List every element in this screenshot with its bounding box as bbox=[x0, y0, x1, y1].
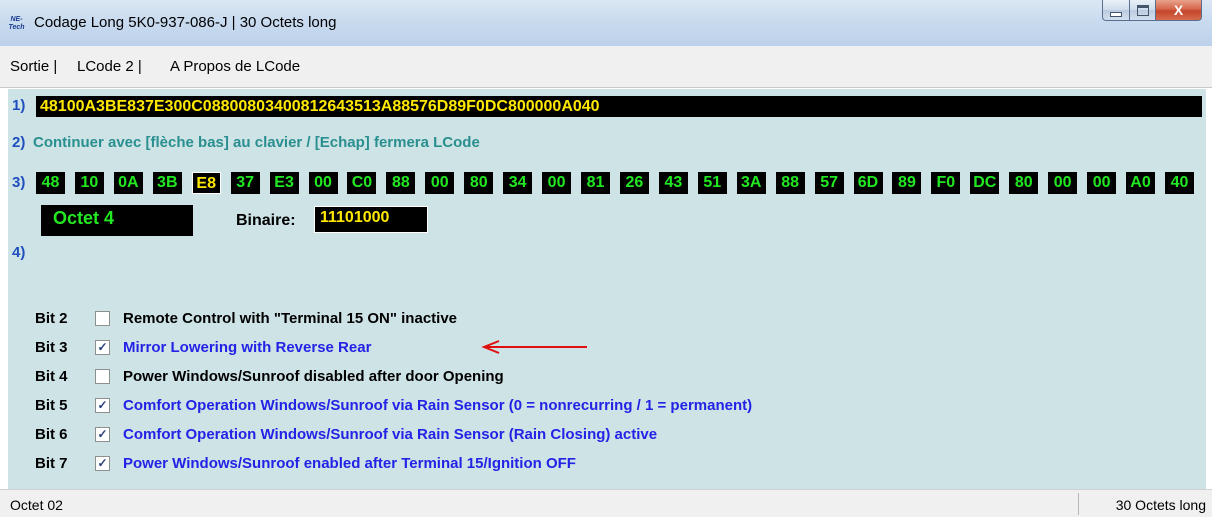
byte-cell[interactable]: 00 bbox=[308, 172, 338, 194]
bit-description: Remote Control with "Terminal 15 ON" ina… bbox=[123, 310, 458, 327]
bit-checkbox[interactable] bbox=[95, 311, 110, 326]
bit-checkbox[interactable]: ✓ bbox=[95, 427, 110, 442]
menu-bar: Sortie | LCode 2 | A Propos de LCode bbox=[0, 46, 1212, 88]
bit-checkbox[interactable]: ✓ bbox=[95, 398, 110, 413]
bit-row: Bit 5 ✓ Comfort Operation Windows/Sunroof … bbox=[8, 394, 1198, 418]
byte-cell[interactable]: 48 bbox=[36, 172, 65, 194]
byte-cell[interactable]: 34 bbox=[503, 172, 533, 194]
byte-cell[interactable]: 80 bbox=[1009, 172, 1039, 194]
byte-cell[interactable]: 00 bbox=[542, 172, 572, 194]
minimize-button[interactable] bbox=[1102, 0, 1130, 21]
bit-row: Bit 3 ✓ Mirror Lowering with Reverse Rear bbox=[8, 336, 1198, 360]
bit-label: Bit 7 bbox=[35, 455, 68, 472]
status-octet: Octet 02 bbox=[10, 497, 63, 513]
menu-lcode2[interactable]: LCode 2 | bbox=[77, 58, 142, 75]
bit-label: Bit 2 bbox=[35, 310, 68, 327]
window-controls: X bbox=[1102, 0, 1202, 22]
byte-cell[interactable]: 0A bbox=[113, 172, 143, 194]
byte-cell[interactable]: 88 bbox=[775, 172, 805, 194]
byte-cell[interactable]: E8 bbox=[191, 172, 221, 194]
byte-cell[interactable]: 00 bbox=[1087, 172, 1117, 194]
coding-panel: 1) 48100A3BE837E300C08800803400812643513… bbox=[8, 89, 1206, 489]
bit-row: Bit 7 ✓ Power Windows/Sunroof enabled afte… bbox=[8, 452, 1198, 476]
byte-cell[interactable]: F0 bbox=[931, 172, 961, 194]
byte-cell[interactable]: 43 bbox=[658, 172, 688, 194]
minimize-icon bbox=[1110, 11, 1122, 17]
selected-octet-label: Octet 4 bbox=[41, 205, 193, 236]
bit-row: Bit 4 Power Windows/Sunroof disabled afte… bbox=[8, 365, 1198, 389]
byte-cell[interactable]: 00 bbox=[425, 172, 455, 194]
app-logo-icon: NE-Tech bbox=[8, 16, 25, 31]
status-bar: Octet 02 30 Octets long bbox=[0, 489, 1212, 517]
bit-description: Mirror Lowering with Reverse Rear bbox=[123, 339, 372, 356]
section-4-number: 4) bbox=[12, 244, 26, 261]
byte-cell[interactable]: 3A bbox=[736, 172, 766, 194]
status-length: 30 Octets long bbox=[1115, 497, 1206, 513]
bit-checkbox[interactable]: ✓ bbox=[95, 456, 110, 471]
byte-cell[interactable]: 51 bbox=[697, 172, 727, 194]
title-bar[interactable]: NE-Tech Codage Long 5K0-937-086-J | 30 O… bbox=[0, 0, 1212, 46]
menu-sortie[interactable]: Sortie | bbox=[10, 58, 57, 75]
byte-cell[interactable]: 88 bbox=[386, 172, 416, 194]
byte-cell[interactable]: 37 bbox=[230, 172, 260, 194]
section-2-number: 2) bbox=[12, 134, 26, 151]
red-arrow-annotation bbox=[481, 340, 587, 354]
byte-cell[interactable]: 80 bbox=[464, 172, 494, 194]
section-1-number: 1) bbox=[12, 97, 26, 114]
close-icon: X bbox=[1173, 2, 1184, 18]
long-coding-string[interactable]: 48100A3BE837E300C08800803400812643513A88… bbox=[36, 96, 1202, 117]
bit-row: Bit 6 ✓ Comfort Operation Windows/Sunroof … bbox=[8, 423, 1198, 447]
bit-description: Comfort Operation Windows/Sunroof via Ra… bbox=[123, 426, 658, 443]
status-divider bbox=[1078, 493, 1079, 515]
byte-cell[interactable]: C0 bbox=[347, 172, 377, 194]
app-window: NE-Tech Codage Long 5K0-937-086-J | 30 O… bbox=[0, 0, 1212, 517]
bit-description: Power Windows/Sunroof enabled after Term… bbox=[123, 455, 576, 472]
section-3-number: 3) bbox=[12, 174, 26, 191]
maximize-button[interactable] bbox=[1130, 0, 1156, 21]
byte-cell[interactable]: 26 bbox=[619, 172, 649, 194]
long-coding-value: 48100A3BE837E300C08800803400812643513A88… bbox=[40, 98, 600, 115]
menu-a-propos[interactable]: A Propos de LCode bbox=[170, 58, 300, 75]
byte-cell[interactable]: 57 bbox=[814, 172, 844, 194]
bit-checkbox[interactable] bbox=[95, 369, 110, 384]
binaire-label: Binaire: bbox=[236, 212, 296, 229]
byte-cell[interactable]: DC bbox=[970, 172, 1000, 194]
byte-cell[interactable]: 81 bbox=[581, 172, 611, 194]
bit-row: Bit 2 Remote Control with "Terminal 15 ON… bbox=[8, 307, 1198, 331]
binaire-value: 11101000 bbox=[314, 206, 428, 233]
byte-cell[interactable]: E3 bbox=[269, 172, 299, 194]
bit-label: Bit 3 bbox=[35, 339, 68, 356]
bit-label: Bit 6 bbox=[35, 426, 68, 443]
byte-cell[interactable]: 40 bbox=[1164, 172, 1194, 194]
close-button[interactable]: X bbox=[1156, 0, 1202, 21]
byte-cell[interactable]: 89 bbox=[892, 172, 922, 194]
byte-cell[interactable]: 6D bbox=[853, 172, 883, 194]
byte-cell[interactable]: 00 bbox=[1048, 172, 1078, 194]
byte-cell[interactable]: 3B bbox=[152, 172, 182, 194]
byte-cell[interactable]: 10 bbox=[74, 172, 104, 194]
window-title: Codage Long 5K0-937-086-J | 30 Octets lo… bbox=[34, 14, 337, 31]
byte-cell[interactable]: A0 bbox=[1126, 172, 1156, 194]
bit-description: Power Windows/Sunroof disabled after doo… bbox=[123, 368, 504, 385]
bit-checkbox[interactable]: ✓ bbox=[95, 340, 110, 355]
bit-label: Bit 5 bbox=[35, 397, 68, 414]
instruction-text: Continuer avec [flèche bas] au clavier /… bbox=[33, 134, 480, 151]
bit-description: Comfort Operation Windows/Sunroof via Ra… bbox=[123, 397, 753, 414]
maximize-icon bbox=[1136, 4, 1149, 16]
bit-label: Bit 4 bbox=[35, 368, 68, 385]
